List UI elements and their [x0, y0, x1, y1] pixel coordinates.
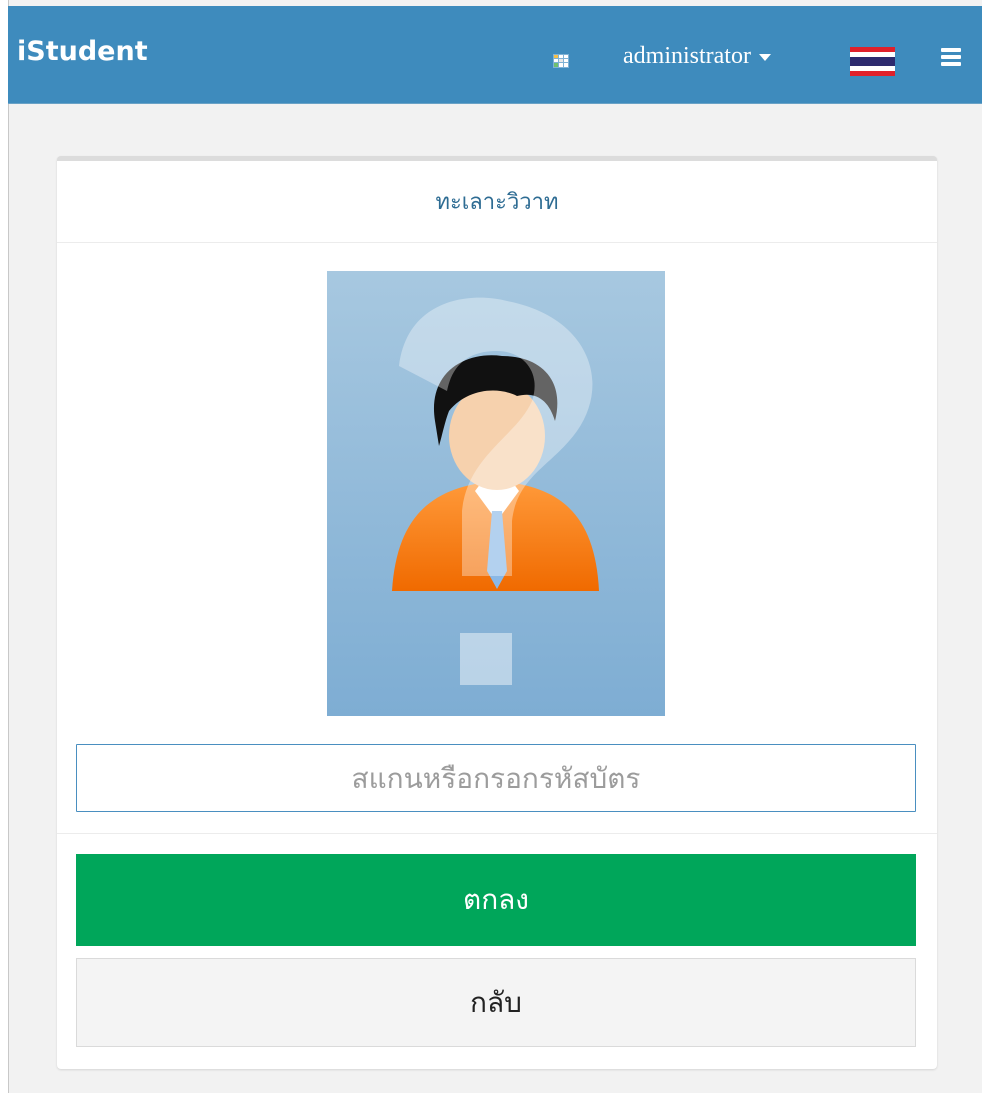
brand-logo[interactable]: iStudent — [17, 36, 148, 67]
user-dropdown[interactable]: administrator — [623, 42, 771, 70]
hamburger-menu-icon[interactable] — [941, 48, 961, 66]
unknown-person-photo — [327, 271, 665, 716]
card-title: ทะเลาะวิวาท — [57, 161, 937, 243]
thai-flag-icon[interactable] — [850, 47, 895, 76]
ok-button[interactable]: ตกลง — [76, 854, 916, 946]
apps-grid-icon[interactable] — [553, 53, 569, 68]
window-frame-edge — [0, 0, 9, 1093]
caret-down-icon — [758, 54, 771, 61]
incident-card: ทะเลาะวิวาท สแกนหรือกรอกรหัสบัตร ตกลง กล… — [57, 156, 937, 1069]
card-code-input[interactable] — [76, 744, 916, 812]
top-navbar: iStudent administrator — [8, 6, 982, 104]
back-button[interactable]: กลับ — [76, 958, 916, 1047]
divider — [57, 833, 937, 834]
user-name: administrator — [623, 43, 751, 69]
